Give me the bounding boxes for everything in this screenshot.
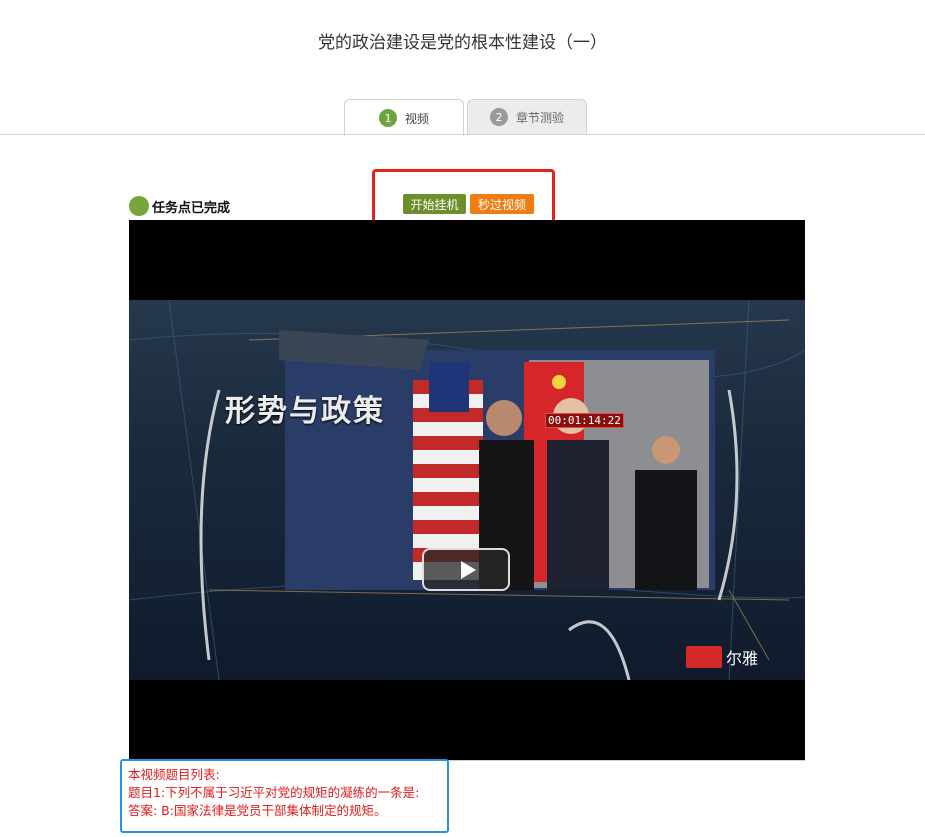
logo-text: 尔雅 <box>726 649 759 668</box>
start-hang-button[interactable]: 开始挂机 <box>403 194 466 214</box>
tab-label: 章节测验 <box>515 110 564 125</box>
completed-dot-icon <box>129 196 149 216</box>
skip-video-button[interactable]: 秒过视频 <box>470 194 534 214</box>
video-player[interactable]: 形势与政策 00:01:14:22 尔雅 <box>129 220 805 760</box>
tab-number-badge: 1 <box>378 109 397 127</box>
page-title: 党的政治建设是党的根本性建设（一） <box>318 33 607 53</box>
tab-label: 视频 <box>404 111 429 126</box>
tab-video[interactable]: 1 视频 <box>344 99 464 136</box>
tab-chapter-quiz[interactable]: 2 章节测验 <box>467 99 587 134</box>
qa-header: 本视频题目列表: <box>128 767 220 782</box>
video-logo: 尔雅 <box>686 645 758 669</box>
video-timestamp: 00:01:14:22 <box>545 413 624 428</box>
tab-number-badge: 2 <box>489 108 508 126</box>
video-overlay-title: 形势与政策 <box>225 394 385 429</box>
play-icon <box>460 560 476 579</box>
task-status: 任务点已完成 <box>129 196 230 216</box>
tab-divider <box>0 134 925 135</box>
qa-answer: 答案: B:国家法律是党员干部集体制定的规矩。 <box>128 803 387 818</box>
chaoxing-logo-icon <box>686 646 722 668</box>
qa-question: 题目1:下列不属于习近平对党的规矩的凝练的一条是: <box>128 785 420 800</box>
video-frame: 形势与政策 00:01:14:22 尔雅 <box>129 300 805 680</box>
task-status-label: 任务点已完成 <box>152 200 231 216</box>
video-scene-graphic <box>129 300 805 680</box>
play-button[interactable] <box>422 548 510 591</box>
question-answer-box: 本视频题目列表: 题目1:下列不属于习近平对党的规矩的凝练的一条是: 答案: B… <box>120 759 449 833</box>
